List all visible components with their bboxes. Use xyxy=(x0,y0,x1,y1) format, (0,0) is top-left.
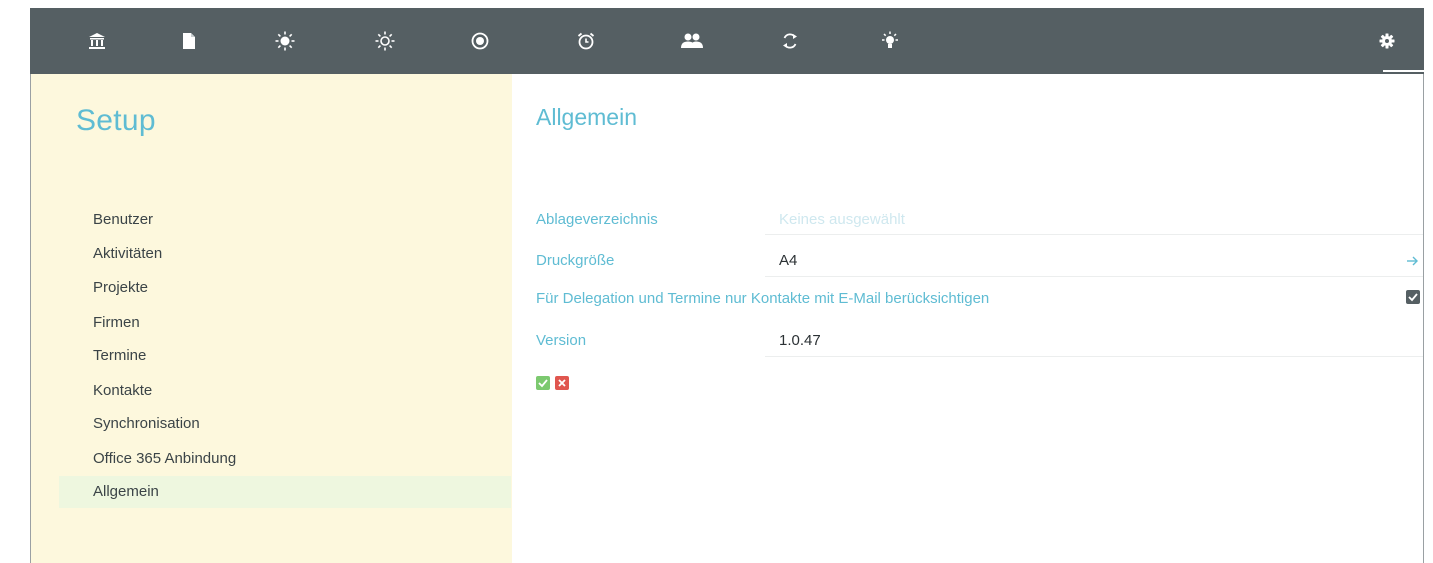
setup-sidebar: Setup Benutzer Aktivitäten Projekte Firm… xyxy=(31,74,512,563)
nav-sync-button[interactable] xyxy=(768,8,812,74)
nav-sun-outline-button[interactable] xyxy=(363,8,407,74)
sidebar-item-label: Projekte xyxy=(93,279,149,296)
sun-outline-icon xyxy=(375,31,395,51)
row-divider xyxy=(765,276,1423,277)
nav-target-button[interactable] xyxy=(458,8,502,74)
ablage-label: Ablageverzeichnis xyxy=(536,211,658,228)
sidebar-item-kontakte[interactable]: Kontakte xyxy=(59,375,511,407)
sidebar-item-termine[interactable]: Termine xyxy=(59,340,511,372)
close-icon xyxy=(558,379,566,387)
nav-settings-button[interactable] xyxy=(1365,8,1409,74)
top-nav-bar xyxy=(30,8,1433,74)
sidebar-item-office365[interactable]: Office 365 Anbindung xyxy=(59,443,511,475)
ablage-directory-field[interactable]: Keines ausgewählt xyxy=(779,211,905,228)
document-icon xyxy=(183,33,195,49)
sync-icon xyxy=(783,33,797,49)
page-title: Allgemein xyxy=(536,104,637,130)
druckgroesse-label: Druckgröße xyxy=(536,252,615,269)
users-icon xyxy=(681,33,703,48)
sidebar-item-label: Office 365 Anbindung xyxy=(93,450,237,467)
sidebar-item-label: Allgemein xyxy=(93,483,159,500)
sidebar-item-firmen[interactable]: Firmen xyxy=(59,307,511,339)
bank-icon xyxy=(89,33,105,49)
check-icon xyxy=(538,379,548,388)
target-icon xyxy=(471,32,489,50)
row-divider xyxy=(765,356,1423,357)
sidebar-title: Setup xyxy=(76,104,156,137)
delegation-checkbox[interactable] xyxy=(1406,290,1420,304)
delegation-label: Für Delegation und Termine nur Kontakte … xyxy=(536,290,990,307)
sidebar-item-label: Termine xyxy=(93,347,147,364)
cancel-button[interactable] xyxy=(555,376,569,390)
nav-alarm-button[interactable] xyxy=(564,8,608,74)
arrow-right-icon[interactable] xyxy=(1404,253,1420,269)
sidebar-item-label: Kontakte xyxy=(93,382,153,399)
active-tab-indicator xyxy=(1383,70,1433,72)
sidebar-item-label: Benutzer xyxy=(93,211,154,228)
alarm-clock-icon xyxy=(577,32,595,50)
version-label: Version xyxy=(536,332,587,349)
nav-document-button[interactable] xyxy=(167,8,211,74)
nav-users-button[interactable] xyxy=(670,8,714,74)
sidebar-item-synchronisation[interactable]: Synchronisation xyxy=(59,408,511,440)
frame-border-right xyxy=(1423,8,1424,563)
version-value: 1.0.47 xyxy=(779,332,821,349)
nav-sun-button[interactable] xyxy=(263,8,307,74)
druckgroesse-select[interactable]: A4 xyxy=(779,252,797,269)
checkmark-icon xyxy=(1408,293,1418,302)
sidebar-item-aktivitaeten[interactable]: Aktivitäten xyxy=(59,238,511,270)
sidebar-item-label: Aktivitäten xyxy=(93,245,163,262)
nav-lightbulb-button[interactable] xyxy=(868,8,912,74)
lightbulb-icon xyxy=(882,31,898,48)
row-divider xyxy=(765,234,1423,235)
nav-bank-button[interactable] xyxy=(75,8,119,74)
sun-icon xyxy=(275,31,295,51)
sidebar-item-label: Synchronisation xyxy=(93,415,200,432)
sidebar-item-allgemein[interactable]: Allgemein xyxy=(59,476,511,508)
sidebar-item-benutzer[interactable]: Benutzer xyxy=(59,204,511,236)
gear-icon xyxy=(1379,33,1395,49)
confirm-button[interactable] xyxy=(536,376,550,390)
sidebar-item-label: Firmen xyxy=(93,314,140,331)
sidebar-item-projekte[interactable]: Projekte xyxy=(59,272,511,304)
